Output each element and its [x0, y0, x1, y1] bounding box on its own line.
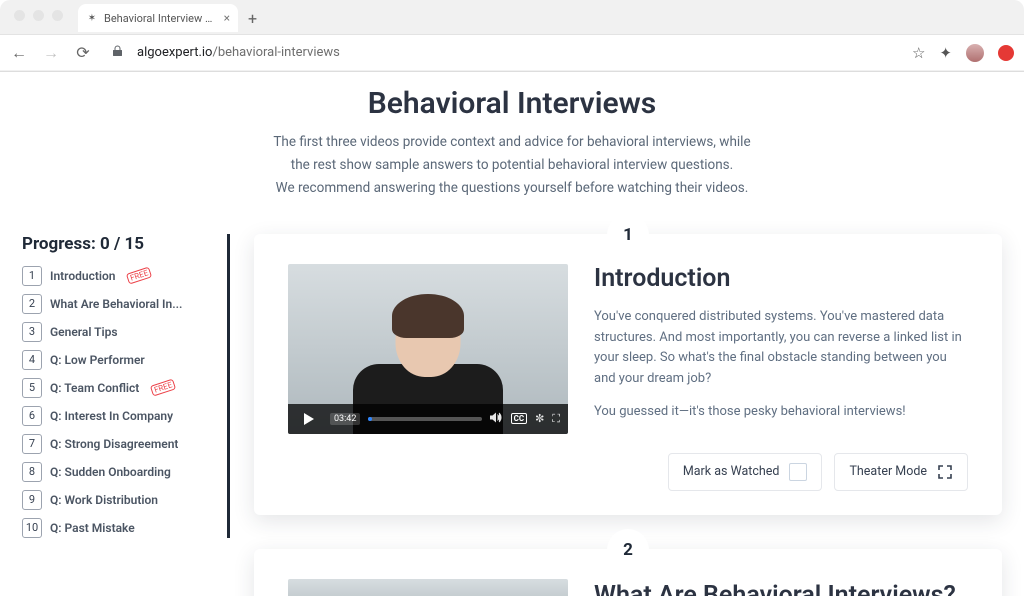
- page-subtitle: The first three videos provide context a…: [252, 131, 772, 200]
- free-badge: FREE: [150, 379, 177, 397]
- mark-watched-button[interactable]: Mark as Watched: [668, 453, 823, 491]
- item-label: General Tips: [50, 325, 118, 339]
- traffic-close[interactable]: [14, 10, 25, 21]
- extensions-icon[interactable]: ✦: [939, 44, 952, 62]
- fullscreen-icon[interactable]: ⛶: [552, 412, 560, 426]
- progress-sidebar: Progress: 0 / 15 1 Introduction FREE 2 What …: [22, 234, 230, 538]
- lesson-list: 1 Introduction FREE 2 What Are Behavioral In…: [22, 266, 215, 538]
- card-title: What Are Behavioral Interviews?: [594, 581, 968, 596]
- play-button[interactable]: [296, 409, 322, 429]
- item-label: Q: Work Distribution: [50, 493, 158, 507]
- back-button[interactable]: ←: [10, 43, 28, 63]
- item-number: 4: [22, 350, 42, 370]
- sidebar-item[interactable]: 4 Q: Low Performer: [22, 350, 215, 370]
- forward-button[interactable]: →: [42, 43, 60, 63]
- lesson-card-2: 2 What Are Behavioral Interviews?: [254, 549, 1002, 596]
- card-number: 2: [607, 529, 649, 571]
- item-number: 1: [22, 266, 42, 286]
- item-number: 8: [22, 462, 42, 482]
- sidebar-item[interactable]: 10 Q: Past Mistake: [22, 518, 215, 538]
- sidebar-item[interactable]: 8 Q: Sudden Onboarding: [22, 462, 215, 482]
- page-title: Behavioral Interviews: [0, 86, 1024, 121]
- item-number: 9: [22, 490, 42, 510]
- scrub-bar[interactable]: [368, 417, 481, 421]
- sidebar-item[interactable]: 5 Q: Team Conflict FREE: [22, 378, 215, 398]
- new-tab-button[interactable]: +: [248, 9, 257, 28]
- free-badge: FREE: [126, 267, 153, 285]
- checkbox-icon: [789, 463, 807, 481]
- theater-mode-button[interactable]: Theater Mode: [834, 453, 968, 491]
- page-content: Behavioral Interviews The first three vi…: [0, 72, 1024, 596]
- sidebar-item[interactable]: 3 General Tips: [22, 322, 215, 342]
- item-label: Q: Sudden Onboarding: [50, 465, 171, 479]
- window-traffic-lights: [14, 10, 63, 21]
- item-label: Q: Team Conflict: [50, 381, 139, 395]
- tab-close-icon[interactable]: ×: [224, 11, 230, 25]
- theater-label: Theater Mode: [849, 464, 927, 479]
- sidebar-item[interactable]: 9 Q: Work Distribution: [22, 490, 215, 510]
- item-number: 10: [22, 518, 42, 538]
- volume-icon[interactable]: [490, 412, 503, 426]
- favicon-icon: ✶: [86, 12, 98, 24]
- video-duration: 03:42: [330, 413, 360, 425]
- lesson-cards: 1 03:42: [254, 234, 1002, 596]
- item-label: Q: Interest In Company: [50, 409, 173, 423]
- sidebar-item[interactable]: 1 Introduction FREE: [22, 266, 215, 286]
- browser-chrome: ✶ Behavioral Interview Prep | Alg × + ← …: [0, 0, 1024, 72]
- item-number: 5: [22, 378, 42, 398]
- settings-icon[interactable]: ✼: [535, 412, 544, 425]
- item-number: 3: [22, 322, 42, 342]
- item-label: Q: Low Performer: [50, 353, 145, 367]
- item-label: Q: Past Mistake: [50, 521, 135, 535]
- video-controls: 03:42 CC ✼ ⛶: [288, 404, 568, 434]
- address-bar: ← → ⟳ algoexpert.io/behavioral-interview…: [0, 34, 1024, 70]
- sidebar-item[interactable]: 7 Q: Strong Disagreement: [22, 434, 215, 454]
- item-number: 7: [22, 434, 42, 454]
- profile-avatar[interactable]: [966, 44, 984, 62]
- sidebar-item[interactable]: 2 What Are Behavioral In...: [22, 294, 215, 314]
- item-number: 2: [22, 294, 42, 314]
- mark-watched-label: Mark as Watched: [683, 464, 780, 479]
- browser-tab[interactable]: ✶ Behavioral Interview Prep | Alg ×: [78, 4, 238, 32]
- cc-button[interactable]: CC: [511, 413, 527, 424]
- extension-badge[interactable]: [998, 45, 1014, 61]
- star-icon[interactable]: ☆: [912, 44, 925, 62]
- progress-label: Progress: 0 / 15: [22, 234, 215, 254]
- sidebar-item[interactable]: 6 Q: Interest In Company: [22, 406, 215, 426]
- tab-title: Behavioral Interview Prep | Alg: [104, 12, 218, 25]
- card-paragraph: You've conquered distributed systems. Yo…: [594, 307, 968, 390]
- video-thumbnail[interactable]: [288, 579, 568, 596]
- item-label: What Are Behavioral In...: [50, 297, 182, 311]
- item-label: Introduction: [50, 269, 115, 283]
- expand-icon: [937, 464, 953, 480]
- card-paragraph: You guessed it—it's those pesky behavior…: [594, 402, 968, 423]
- item-label: Q: Strong Disagreement: [50, 437, 178, 451]
- reload-button[interactable]: ⟳: [74, 43, 92, 62]
- lock-icon: [112, 45, 123, 60]
- traffic-min[interactable]: [33, 10, 44, 21]
- card-title: Introduction: [594, 264, 968, 293]
- card-number: 1: [607, 214, 649, 256]
- url-display[interactable]: algoexpert.io/behavioral-interviews: [137, 45, 340, 60]
- lesson-card-1: 1 03:42: [254, 234, 1002, 515]
- item-number: 6: [22, 406, 42, 426]
- video-thumbnail[interactable]: 03:42 CC ✼ ⛶: [288, 264, 568, 434]
- traffic-max[interactable]: [52, 10, 63, 21]
